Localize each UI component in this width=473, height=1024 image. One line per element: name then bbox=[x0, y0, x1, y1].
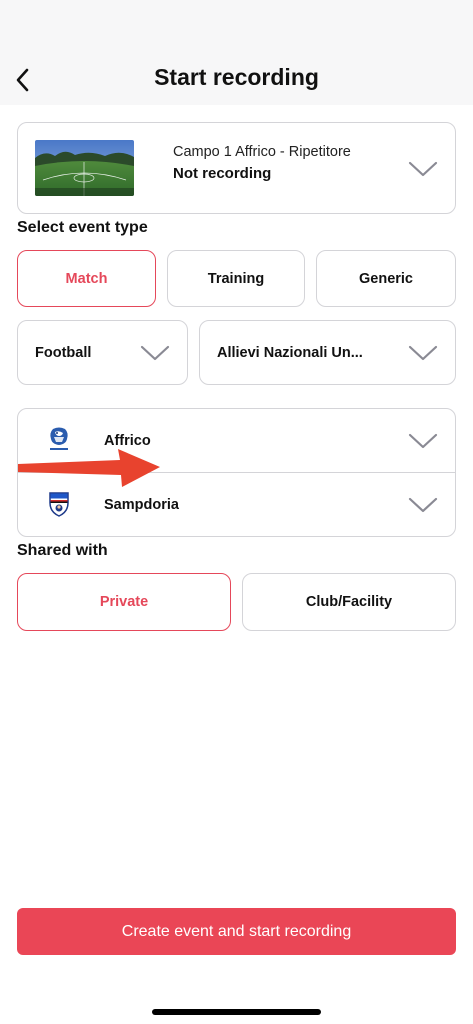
event-type-match[interactable]: Match bbox=[17, 250, 156, 307]
event-type-training[interactable]: Training bbox=[167, 250, 305, 307]
camera-name: Campo 1 Affrico - Ripetitore bbox=[173, 144, 351, 160]
camera-thumbnail bbox=[35, 140, 134, 196]
camera-status: Not recording bbox=[173, 165, 272, 182]
chevron-down-icon bbox=[408, 432, 438, 450]
away-team-select[interactable]: Sampdoria bbox=[18, 473, 455, 537]
chevron-down-icon bbox=[140, 344, 170, 362]
home-indicator bbox=[152, 1009, 321, 1015]
share-club-facility-option[interactable]: Club/Facility bbox=[242, 573, 456, 631]
affrico-crest-icon bbox=[44, 425, 74, 455]
home-team-name: Affrico bbox=[104, 433, 151, 449]
sampdoria-shield-icon bbox=[44, 489, 74, 519]
away-team-name: Sampdoria bbox=[104, 497, 179, 513]
select-event-type-label: Select event type bbox=[17, 219, 148, 236]
sport-value: Football bbox=[35, 345, 92, 361]
create-event-button[interactable]: Create event and start recording bbox=[17, 908, 456, 955]
page-title: Start recording bbox=[154, 64, 319, 90]
camera-selector[interactable]: Campo 1 Affrico - Ripetitore Not recordi… bbox=[17, 122, 456, 214]
teams-selector: Affrico Sampdoria bbox=[17, 408, 456, 537]
sport-select[interactable]: Football bbox=[17, 320, 188, 385]
top-bar: Start recording bbox=[0, 0, 473, 105]
home-team-select[interactable]: Affrico bbox=[18, 409, 455, 473]
shared-with-label: Shared with bbox=[17, 542, 108, 559]
category-value: Allievi Nazionali Un... bbox=[217, 345, 363, 361]
category-select[interactable]: Allievi Nazionali Un... bbox=[199, 320, 456, 385]
chevron-down-icon bbox=[408, 344, 438, 362]
share-private-option[interactable]: Private bbox=[17, 573, 231, 631]
chevron-down-icon[interactable] bbox=[408, 160, 438, 178]
chevron-down-icon bbox=[408, 496, 438, 514]
event-type-generic[interactable]: Generic bbox=[316, 250, 456, 307]
